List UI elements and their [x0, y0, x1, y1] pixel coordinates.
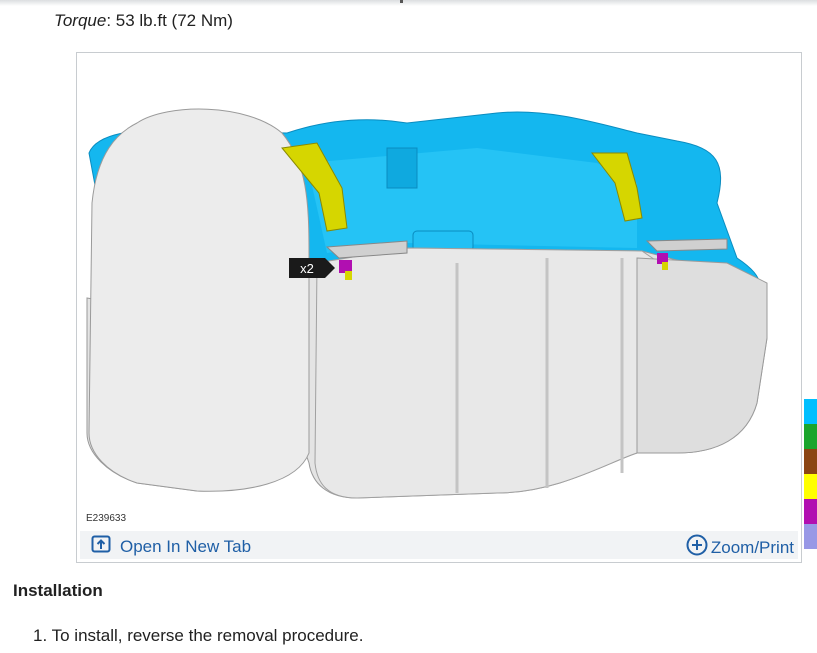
step-number: 1.: [33, 626, 48, 645]
torque-label: Torque: [54, 11, 107, 30]
open-in-new-tab-button[interactable]: Open In New Tab: [91, 535, 251, 558]
figure-toolbar: Open In New Tab Zoom/Print: [80, 531, 798, 559]
fuel-tank-illustration[interactable]: x2: [77, 53, 801, 523]
figure-id: E239633: [86, 513, 127, 524]
page: Torque: 53 lb.ft (72 Nm) x2 E239633 Open…: [0, 0, 817, 653]
zoom-print-label: Zoom/Print: [710, 537, 794, 557]
legend-swatch: [804, 399, 817, 424]
legend-swatch: [804, 474, 817, 499]
mounting-bracket-right: [645, 238, 728, 252]
section-heading: Installation: [13, 581, 103, 600]
shield-right-bulge: [636, 257, 768, 454]
open-in-new-tab-label: Open In New Tab: [120, 536, 252, 556]
bolt-stud-right: [662, 262, 668, 270]
torque-value: 53 lb.ft (72 Nm): [111, 11, 233, 30]
torque-spec: Torque: 53 lb.ft (72 Nm): [54, 10, 233, 32]
clipped-text-fragment: [400, 0, 403, 3]
scroll-edge-shadow: [0, 0, 817, 6]
legend-swatch: [804, 499, 817, 524]
bolt-stud-left: [345, 271, 352, 280]
legend-swatch: [804, 424, 817, 449]
legend-swatch: [804, 449, 817, 474]
color-legend: [804, 399, 817, 549]
fuel-pump-module: [386, 147, 418, 189]
x2-callout-label: x2: [300, 261, 314, 276]
zoom-print-button[interactable]: Zoom/Print: [686, 534, 794, 561]
step-text: To install, reverse the removal procedur…: [51, 626, 364, 645]
figure-panel: x2 E239633 Open In New Tab Zoom/Print: [76, 52, 802, 563]
open-in-new-tab-icon: [91, 535, 111, 558]
list-item: 1. To install, reverse the removal proce…: [33, 626, 363, 646]
plus-circle-icon: [686, 534, 708, 561]
shield-left-bulge: [88, 108, 310, 492]
legend-swatch: [804, 524, 817, 549]
